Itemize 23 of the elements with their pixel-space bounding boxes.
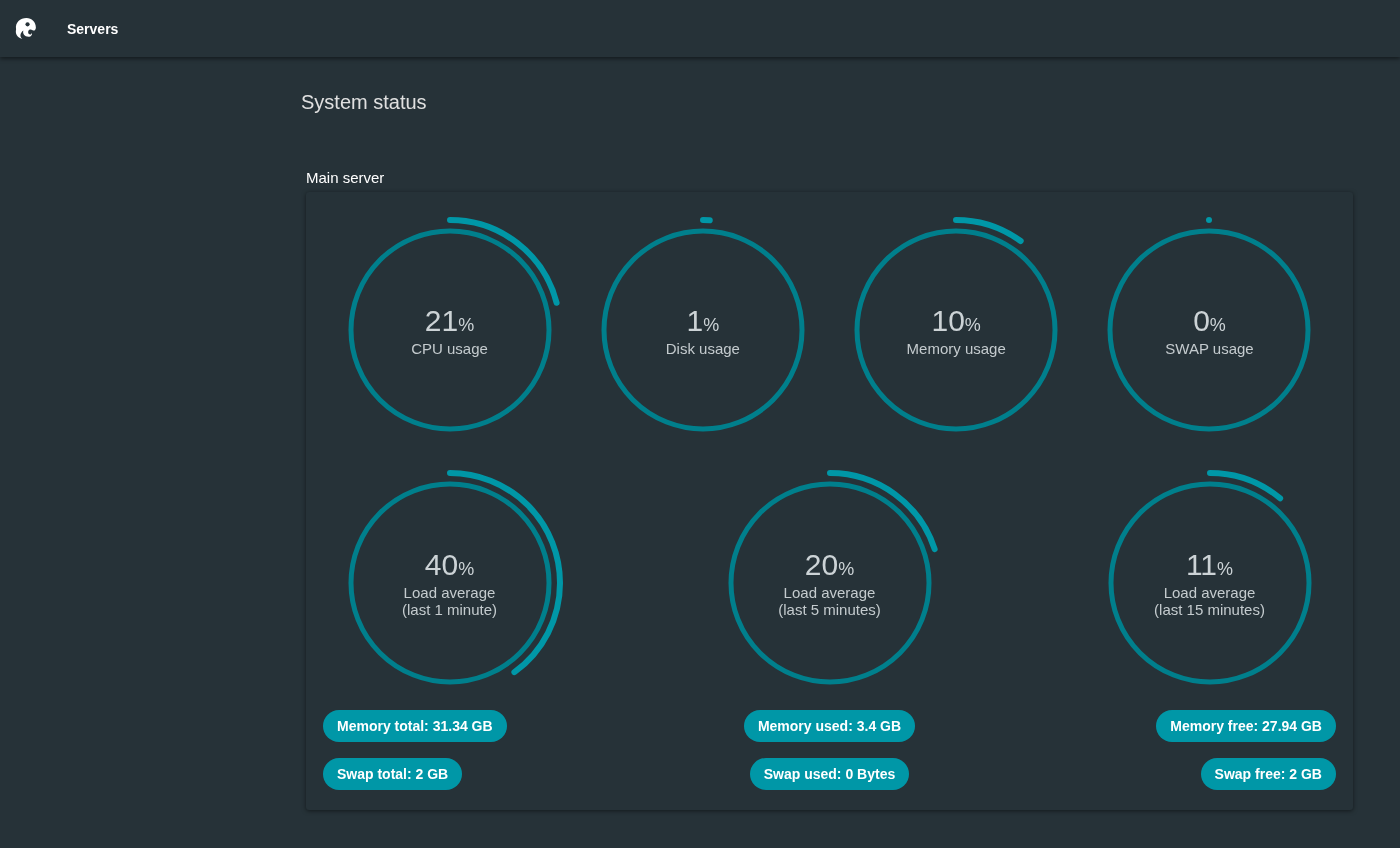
- gauge-value: 1%: [686, 303, 720, 338]
- gauge-label: Memory usage: [906, 339, 1006, 357]
- server-name: Main server: [306, 169, 385, 186]
- stat-chip: Memory used: 3.4 GB: [743, 710, 916, 742]
- gauge-label: Load average (last 5 minutes): [778, 584, 881, 618]
- gauge-value: 0%: [1193, 303, 1226, 338]
- gauge-value: 11%: [1185, 548, 1234, 582]
- gauge-label: SWAP usage: [1165, 339, 1254, 357]
- app-title: Servers: [67, 20, 119, 37]
- page-title: System status: [301, 91, 428, 115]
- gauge-value: 20%: [804, 548, 855, 582]
- stat-chip: Swap used: 0 Bytes: [749, 758, 910, 790]
- gauge-label: Load average (last 1 minute): [401, 584, 497, 618]
- stat-chip: Swap total: 2 GB: [323, 758, 463, 790]
- gauge-label: CPU usage: [411, 339, 488, 357]
- gauge-label: Disk usage: [665, 339, 740, 357]
- gauge-value: 10%: [931, 303, 981, 338]
- stat-chip: Swap free: 2 GB: [1200, 758, 1336, 790]
- gauge-value: 40%: [424, 548, 475, 582]
- gauge-label: Load average (last 15 minutes): [1154, 584, 1265, 618]
- stat-chip: Memory free: 27.94 GB: [1156, 710, 1336, 742]
- stat-chip: Memory total: 31.34 GB: [323, 710, 507, 742]
- gauge-value: 21%: [424, 303, 475, 338]
